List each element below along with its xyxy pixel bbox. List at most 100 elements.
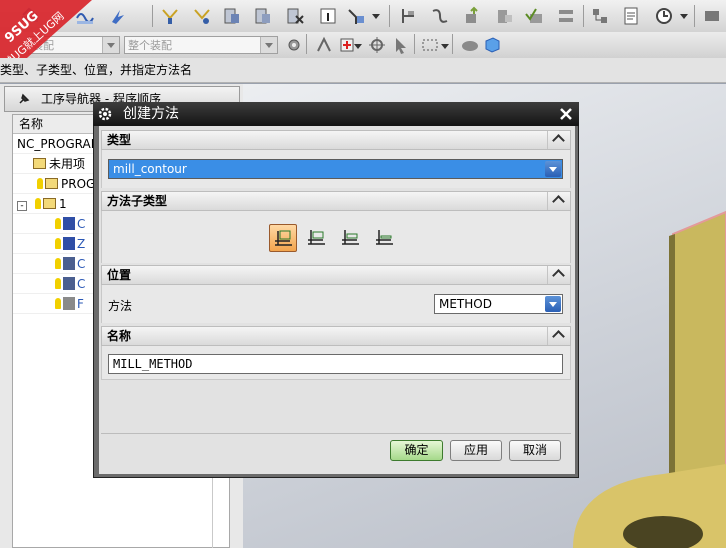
toolbar-separator [583,5,584,27]
toolbar-separator [452,34,453,54]
document-icon[interactable] [621,6,641,26]
section-body-subtype [101,211,571,263]
method-dropdown-value: METHOD [439,297,492,311]
section-header-subtype[interactable]: 方法子类型 [101,191,571,211]
status-bulb-icon [37,178,43,189]
pointer-icon[interactable] [391,35,411,55]
folder-icon [45,178,58,189]
apply-button[interactable]: 应用 [450,440,502,461]
mill-method-fine-icon [376,230,393,245]
tree-row-label: 未用项 [49,157,86,171]
replay-path-icon[interactable] [192,6,212,26]
section-header-location[interactable]: 位置 [101,265,571,285]
more-icon[interactable] [702,6,722,26]
main-toolbar [0,0,726,33]
list-move-icon[interactable] [494,6,514,26]
snap-icon[interactable] [314,35,334,55]
mill-method-rough-icon [275,230,292,246]
method-dropdown[interactable]: METHOD [434,294,563,314]
dialog-title-bar[interactable]: 创建方法 [93,102,579,126]
subtype-mill-method-fine[interactable] [371,224,399,252]
dialog-title: 创建方法 [123,106,179,122]
close-icon[interactable] [557,105,575,123]
rectangle-select-icon[interactable] [420,35,440,55]
chevron-down-icon[interactable] [545,296,561,312]
chevron-down-icon[interactable] [545,161,561,177]
tree-row-label: F [77,297,84,311]
generate-path-icon[interactable] [160,6,180,26]
pivot-icon[interactable] [367,35,387,55]
section-title-type: 类型 [107,133,132,147]
check-blank-icon[interactable] [524,6,544,26]
cancel-button[interactable]: 取消 [509,440,561,461]
subtype-mill-method-finish[interactable] [337,224,365,252]
chevron-down-icon[interactable] [260,37,277,53]
pin-icon[interactable] [17,92,31,106]
selection-toolbar: 装配 整个装配 [0,32,726,59]
section-header-name[interactable]: 名称 [101,326,571,346]
folder-icon [43,198,56,209]
mill-method-finish-icon [342,230,359,245]
operation-icon [63,277,75,290]
status-bulb-icon [55,258,61,269]
status-bulb-icon [55,298,61,309]
section-title-subtype: 方法子类型 [107,194,168,208]
operation-icon [63,217,75,230]
list-path-icon[interactable] [222,6,242,26]
tree-row-label: PROG [61,177,96,191]
subtype-mill-method-rough[interactable] [269,224,297,252]
method-label: 方法 [108,299,133,313]
name-input[interactable]: MILL_METHOD [108,354,563,374]
info-icon[interactable] [318,6,338,26]
status-bulb-icon [35,198,41,209]
cube-move-icon[interactable] [462,6,482,26]
status-bulb-icon [55,278,61,289]
scope-combo[interactable]: 整个装配 [124,36,278,54]
toolbar-separator [414,34,415,54]
curve-path-icon[interactable] [430,6,450,26]
cue-line: 类型、子类型、位置，并指定方法名 [0,58,726,83]
chevron-down-icon[interactable] [102,37,119,53]
chevron-up-icon[interactable] [547,266,570,284]
type-dropdown[interactable]: mill_contour [108,159,563,179]
chevron-down-icon[interactable] [680,12,700,32]
section-title-location: 位置 [107,268,132,282]
shaded-icon[interactable] [460,35,480,55]
button-separator [101,433,571,434]
chevron-up-icon[interactable] [547,131,570,149]
collapse-icon[interactable]: - [17,201,27,211]
tree-row-label: C [77,257,86,271]
chevron-up-icon[interactable] [547,327,570,345]
column-header-label: 名称 [19,117,44,131]
ok-button-label: 确定 [404,443,429,457]
operation-icon [63,237,75,250]
cue-line-text: 类型、子类型、位置，并指定方法名 [0,63,193,77]
mill-method-semi-finish-icon [308,230,325,245]
ok-button[interactable]: 确定 [390,440,443,461]
tree-row-label: Z [77,237,86,251]
toolbar-separator [389,5,390,27]
chevron-up-icon[interactable] [547,192,570,210]
group-icon[interactable] [590,6,610,26]
spark-icon[interactable] [108,6,128,26]
subtype-mill-method-semi-finish[interactable] [303,224,331,252]
tree-row-label: C [77,217,86,231]
postprocess-icon[interactable] [346,6,366,26]
transform-icon[interactable] [556,6,576,26]
feeds-icon[interactable] [398,6,418,26]
operation-icon [63,257,75,270]
status-bulb-icon [55,238,61,249]
verify-path-icon[interactable] [253,6,273,26]
type-dropdown-value: mill_contour [113,162,187,176]
clock-icon[interactable] [654,6,674,26]
section-header-type[interactable]: 类型 [101,130,571,150]
apply-button-label: 应用 [463,443,488,457]
tree-row-label: C [77,277,86,291]
status-bulb-icon [55,218,61,229]
filter-settings-icon[interactable] [284,35,304,55]
cube-icon[interactable] [482,35,502,55]
tree-row-label: NC_PROGRAM [17,137,102,151]
name-input-value: MILL_METHOD [113,357,193,371]
delete-path-icon[interactable] [285,6,305,26]
operation-icon [63,297,75,310]
